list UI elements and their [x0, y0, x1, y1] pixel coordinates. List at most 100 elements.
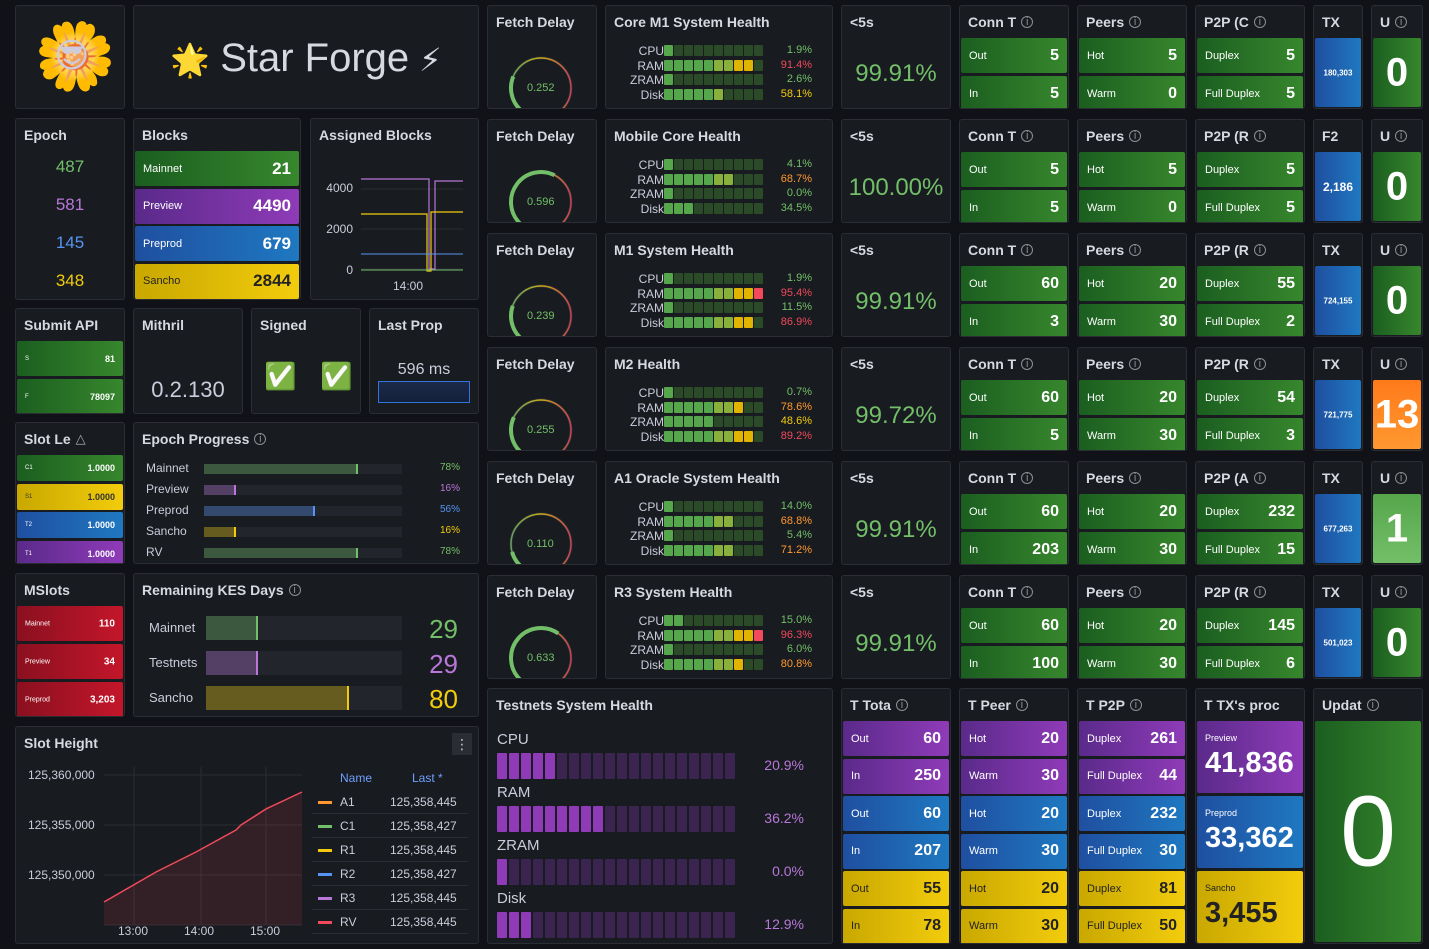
cell	[521, 753, 531, 779]
cell	[724, 74, 733, 85]
panel-menu-icon[interactable]: ⋮	[452, 733, 472, 755]
cell	[664, 45, 673, 56]
resource-cells	[664, 173, 764, 185]
cell	[725, 806, 735, 832]
info-icon[interactable]: i	[895, 699, 908, 711]
cell	[694, 401, 703, 413]
sunglasses-icon: 😎	[54, 37, 90, 75]
cell	[684, 316, 693, 328]
resource-cells	[664, 59, 764, 71]
panel-title-text: M2 Health	[614, 356, 681, 372]
cell	[533, 753, 543, 779]
info-icon[interactable]: i	[1129, 16, 1142, 28]
info-icon[interactable]: i	[1015, 699, 1028, 711]
info-icon[interactable]: i	[1129, 358, 1142, 370]
info-icon[interactable]: i	[1395, 472, 1408, 484]
info-icon[interactable]: i	[1021, 472, 1034, 484]
panel-title: MSlots	[24, 582, 70, 598]
resource-pct: 4.1%	[786, 158, 812, 170]
tile-label: Full Duplex	[1205, 429, 1261, 442]
cell	[694, 74, 703, 85]
panel-title: Ui	[1380, 470, 1408, 486]
info-icon[interactable]: i	[288, 584, 301, 596]
info-icon[interactable]: i	[1021, 358, 1034, 370]
info-icon[interactable]: i	[1253, 358, 1266, 370]
legend-name[interactable]: R1	[340, 843, 355, 857]
progress-label: Sancho	[146, 524, 187, 538]
legend-name[interactable]: RV	[340, 915, 356, 929]
legend-name[interactable]: C1	[340, 819, 355, 833]
blocks-tile: Preview 4490	[135, 188, 299, 224]
cell	[744, 302, 753, 313]
cell	[714, 401, 723, 413]
info-icon[interactable]: i	[1395, 130, 1408, 142]
panel-title: Testnets System Health	[496, 697, 653, 713]
cell	[734, 615, 743, 626]
under5s-value: 99.72%	[855, 402, 937, 429]
resource-cells	[664, 544, 764, 556]
cell	[734, 644, 743, 655]
info-icon[interactable]: i	[1395, 358, 1408, 370]
legend-name[interactable]: R3	[340, 891, 355, 905]
panel-title-text: Blocks	[142, 127, 188, 143]
info-icon[interactable]: i	[1129, 699, 1142, 711]
kes-bar	[206, 651, 402, 675]
submit-tile: F 78097	[17, 379, 123, 413]
peers-panel: Peers i Hot 20 Warm 30	[1077, 461, 1187, 565]
p2p-panel: P2P (R i Duplex 145 Full Duplex 6	[1195, 575, 1305, 679]
check-icon: ✅	[264, 361, 297, 391]
peers-hot-tile: Hot 5	[1079, 152, 1185, 187]
cell	[734, 88, 743, 100]
tile-value: 50	[1159, 917, 1177, 934]
info-icon[interactable]: i	[1129, 586, 1142, 598]
resource-cells	[664, 302, 764, 313]
u-value: 0	[1385, 50, 1409, 94]
info-icon[interactable]: i	[1253, 244, 1266, 256]
tile-value: 5	[1168, 160, 1177, 178]
cell	[724, 188, 733, 199]
info-icon[interactable]: i	[1021, 586, 1034, 598]
mslots-panel: MSlots Mainnet 110 Preview 34 Preprod 3,203	[15, 573, 125, 717]
cell	[684, 159, 693, 170]
info-icon[interactable]: i	[1253, 130, 1266, 142]
testnet-pct: 20.9%	[764, 757, 804, 773]
cell	[677, 859, 687, 885]
info-icon[interactable]: i	[254, 433, 267, 445]
info-icon[interactable]: i	[1021, 130, 1034, 142]
cell	[641, 912, 651, 938]
progress-bar	[204, 464, 402, 474]
info-icon[interactable]: i	[1253, 586, 1266, 598]
cell	[725, 912, 735, 938]
legend-name[interactable]: A1	[340, 795, 355, 809]
legend-name[interactable]: R2	[340, 867, 355, 881]
info-icon[interactable]: i	[1395, 586, 1408, 598]
cell	[704, 387, 713, 398]
legend-header-last[interactable]: Last *	[412, 771, 443, 785]
info-icon[interactable]: i	[1021, 16, 1034, 28]
info-icon[interactable]: i	[1129, 130, 1142, 142]
legend-header-name[interactable]: Name	[340, 771, 372, 785]
info-icon[interactable]: i	[1366, 699, 1379, 711]
info-icon[interactable]: i	[1021, 244, 1034, 256]
kes-fill	[206, 686, 349, 710]
info-icon[interactable]: i	[1395, 16, 1408, 28]
t-p2p-panel-tile: Duplex 232	[1079, 796, 1185, 831]
title-panel: 🌟 Star Forge ⚡	[133, 5, 479, 109]
progress-fill	[204, 464, 359, 474]
info-icon[interactable]: i	[1253, 472, 1266, 484]
warning-icon[interactable]: △	[76, 431, 86, 447]
cell	[724, 416, 733, 427]
info-icon[interactable]: i	[1129, 472, 1142, 484]
info-icon[interactable]: i	[1129, 244, 1142, 256]
t-peer-panel-tile: Hot 20	[961, 871, 1067, 906]
info-icon[interactable]: i	[1395, 244, 1408, 256]
info-icon[interactable]: i	[1253, 16, 1266, 28]
cell	[641, 753, 651, 779]
tile-label: Duplex	[1205, 277, 1240, 290]
conn-in-tile: In 203	[961, 532, 1067, 564]
connections-panel: Conn T i Out 5 In 5	[959, 5, 1069, 109]
tile-label: Hot	[969, 732, 987, 745]
series-preview	[361, 178, 463, 270]
tile-value: 81	[104, 353, 115, 364]
cell	[701, 806, 711, 832]
